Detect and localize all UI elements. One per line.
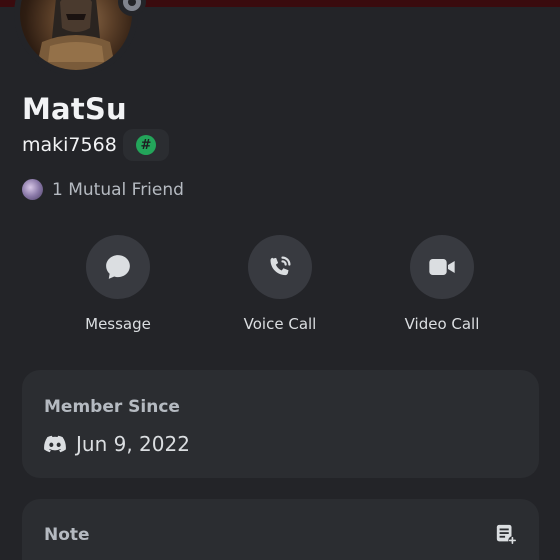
discord-logo-icon [44,435,66,453]
avatar[interactable] [20,0,132,70]
phone-icon [270,256,291,276]
note-title: Note [44,525,90,545]
video-call-label: Video Call [404,315,480,333]
mutual-friend-avatar [22,179,43,200]
display-name: MatSu [22,92,127,126]
video-call-button[interactable]: Video Call [372,235,512,333]
video-camera-icon [429,259,455,275]
member-since-row: Jun 9, 2022 [44,432,190,456]
video-call-button-circle[interactable] [410,235,474,299]
mutual-friends-label: 1 Mutual Friend [52,179,184,200]
voice-call-button[interactable]: Voice Call [210,235,350,333]
member-since-card: Member Since Jun 9, 2022 [22,370,539,478]
voice-call-label: Voice Call [243,315,317,333]
profile-badge[interactable]: # [123,129,169,161]
chat-bubble-icon [106,255,130,279]
username: maki7568 [22,134,117,156]
mutual-friends-link[interactable]: 1 Mutual Friend [22,179,184,200]
note-card[interactable]: Note [22,499,539,560]
offline-status-icon [123,0,141,11]
member-since-title: Member Since [44,397,180,417]
avatar-image [36,0,116,70]
avatar-container[interactable] [14,0,146,76]
message-button[interactable]: Message [48,235,188,333]
member-since-date: Jun 9, 2022 [76,432,190,456]
hashtag-badge-icon: # [136,135,156,155]
message-label: Message [85,315,151,333]
message-button-circle[interactable] [86,235,150,299]
voice-call-button-circle[interactable] [248,235,312,299]
edit-note-icon[interactable] [495,523,517,545]
